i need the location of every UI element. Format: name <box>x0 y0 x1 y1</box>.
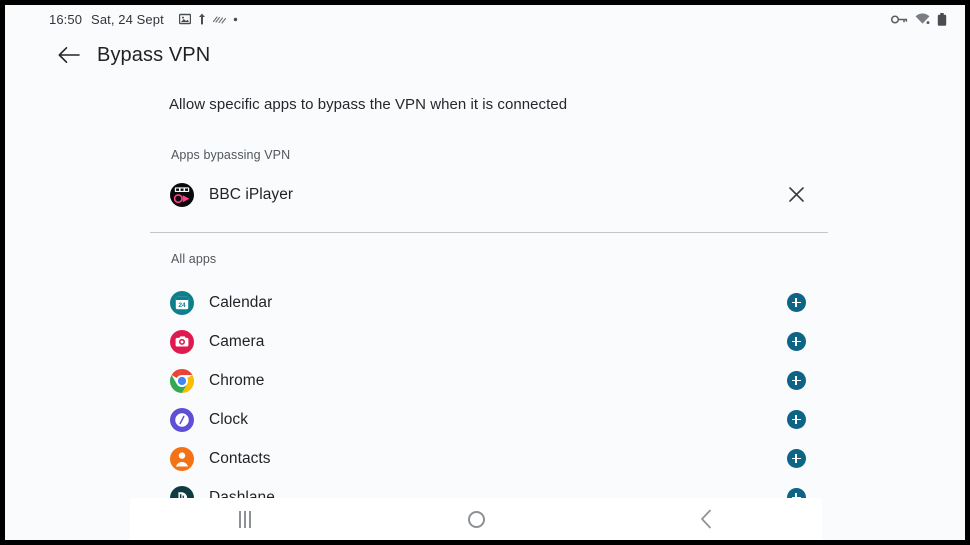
app-name: Camera <box>209 332 265 350</box>
page-title: Bypass VPN <box>97 43 211 66</box>
svg-text:24: 24 <box>178 301 186 308</box>
app-row-contacts[interactable]: Contacts <box>150 439 828 478</box>
add-app-button[interactable] <box>783 329 809 355</box>
dot-icon <box>233 17 238 22</box>
page-description: Allow specific apps to bypass the VPN wh… <box>169 96 568 113</box>
squiggle-icon <box>212 15 226 24</box>
contacts-icon <box>170 446 194 471</box>
bbc-iplayer-icon <box>170 182 194 207</box>
app-bar: Bypass VPN <box>5 33 965 77</box>
app-name: BBC iPlayer <box>209 185 294 203</box>
section-label-apps-bypassing-vpn: Apps bypassing VPN <box>171 148 291 162</box>
add-app-button[interactable] <box>783 290 809 316</box>
app-name: Clock <box>209 410 249 428</box>
calendar-icon: 24 <box>170 290 194 315</box>
app-row-clock[interactable]: Clock <box>150 400 828 439</box>
status-bar: 16:50 Sat, 24 Sept <box>5 5 965 33</box>
back-button[interactable] <box>52 38 86 72</box>
section-label-all-apps: All apps <box>171 252 217 266</box>
nav-back-button[interactable] <box>591 498 822 540</box>
bypassing-app-row[interactable]: BBC iPlayer <box>150 175 828 214</box>
clock-icon <box>170 407 194 432</box>
status-date: Sat, 24 Sept <box>91 11 164 27</box>
vpn-key-icon <box>890 14 908 25</box>
app-name: Contacts <box>209 449 271 467</box>
status-bar-left: 16:50 Sat, 24 Sept <box>49 12 238 27</box>
chrome-icon <box>170 368 194 393</box>
battery-icon <box>937 12 947 26</box>
add-icon <box>786 449 806 468</box>
status-bar-right <box>890 12 947 26</box>
nav-home-button[interactable] <box>361 498 592 540</box>
app-row-camera[interactable]: Camera <box>150 322 828 361</box>
system-navigation-bar <box>130 498 822 540</box>
content-area: Allow specific apps to bypass the VPN wh… <box>5 77 965 540</box>
chevron-left-icon <box>701 509 712 529</box>
nav-recents-button[interactable] <box>130 498 361 540</box>
add-app-button[interactable] <box>783 368 809 394</box>
notification-arrow-icon <box>198 13 206 25</box>
device-screen: 16:50 Sat, 24 Sept Bypass VPN Allow spec… <box>5 5 965 540</box>
arrow-left-icon <box>58 47 80 63</box>
status-notification-icons <box>178 13 238 25</box>
app-name: Chrome <box>209 371 265 389</box>
add-icon <box>786 332 806 351</box>
app-row-chrome[interactable]: Chrome <box>150 361 828 400</box>
app-row-calendar[interactable]: 24 Calendar <box>150 283 828 322</box>
camera-icon <box>170 329 194 354</box>
add-icon <box>786 293 806 312</box>
section-divider <box>150 232 828 233</box>
close-icon <box>788 187 804 202</box>
add-icon <box>786 410 806 429</box>
remove-app-button[interactable] <box>783 182 809 208</box>
add-icon <box>786 371 806 390</box>
image-icon <box>178 13 192 25</box>
home-icon <box>467 510 485 528</box>
add-app-button[interactable] <box>783 446 809 472</box>
recents-icon <box>239 510 252 528</box>
wifi-icon <box>915 13 930 25</box>
add-app-button[interactable] <box>783 407 809 433</box>
status-time: 16:50 <box>49 11 83 27</box>
app-name: Calendar <box>209 293 273 311</box>
